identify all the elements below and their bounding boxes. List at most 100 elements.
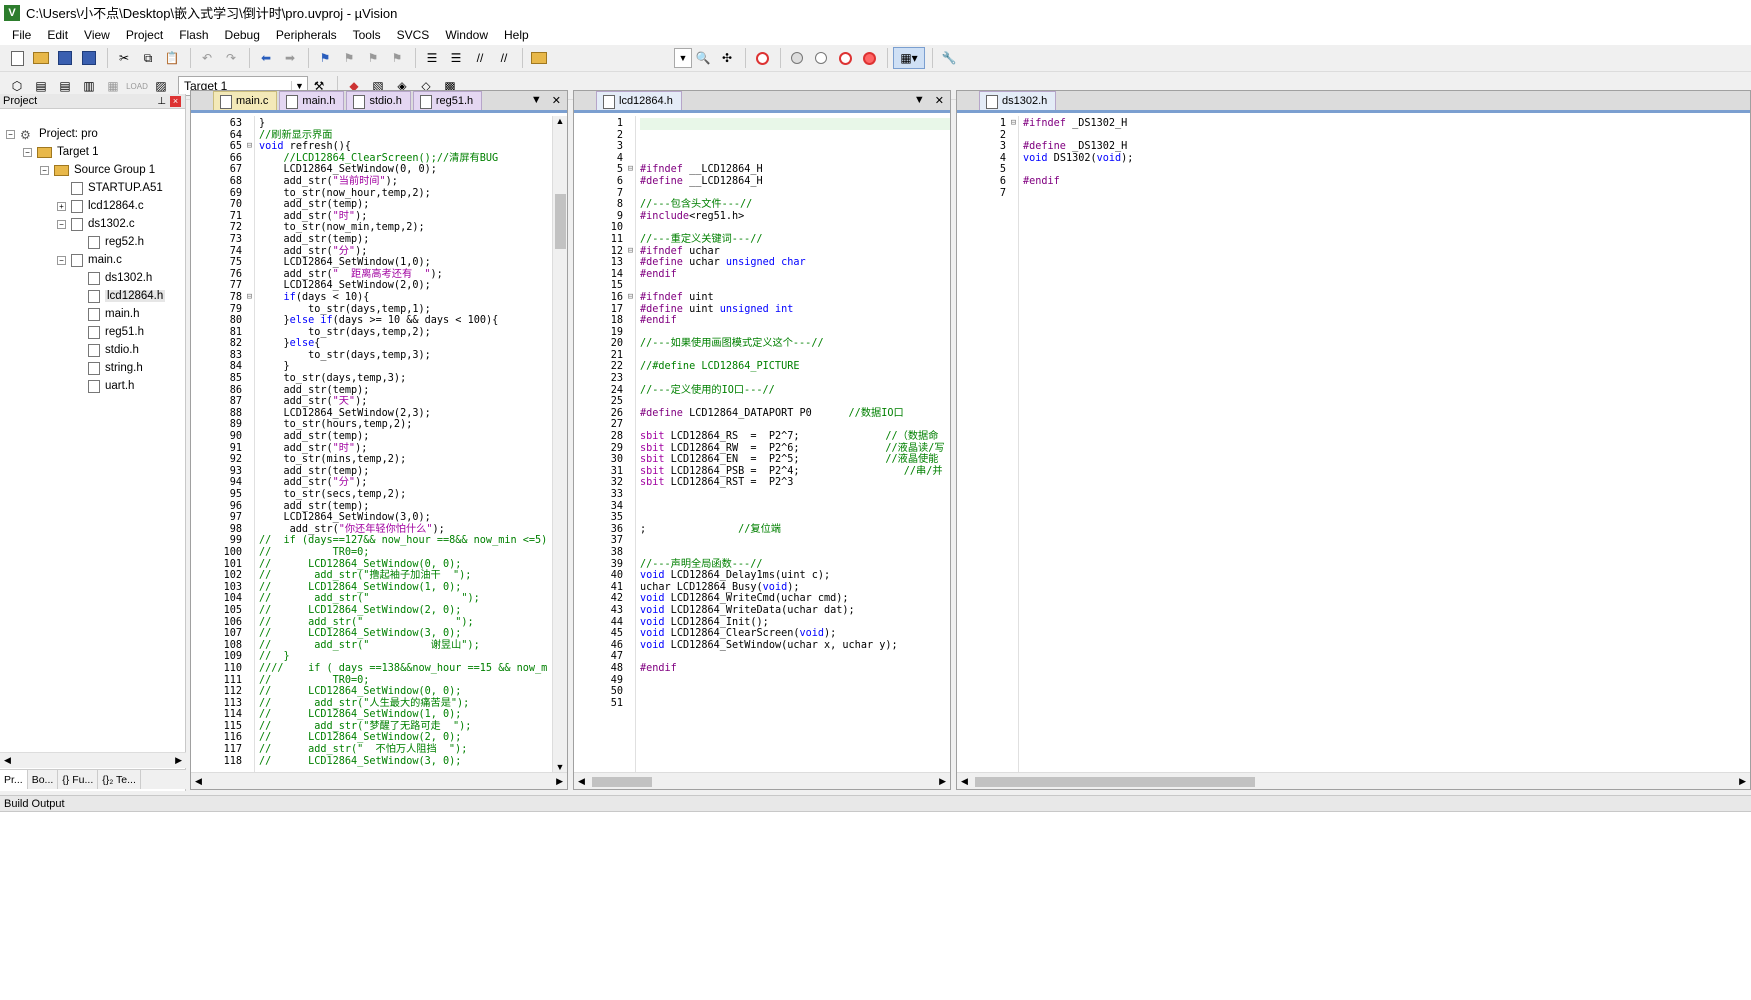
vertical-scrollbar[interactable]: ▲ ▼: [552, 116, 567, 772]
cut-icon[interactable]: ✂: [113, 47, 135, 69]
collapse-icon[interactable]: −: [40, 165, 49, 175]
tree-item[interactable]: main.h: [74, 305, 140, 323]
menu-project[interactable]: Project: [118, 28, 171, 42]
project-tab[interactable]: Bo...: [28, 770, 59, 789]
scroll-down-icon[interactable]: ▼: [553, 762, 567, 772]
tab-list-icon[interactable]: ▼: [914, 94, 925, 107]
collapse-icon[interactable]: −: [57, 255, 66, 265]
fold-icon[interactable]: ⊟: [626, 246, 635, 258]
bookmark-icon[interactable]: ⚑: [314, 47, 336, 69]
scroll-thumb[interactable]: [592, 777, 652, 787]
open-folder-icon[interactable]: [30, 47, 52, 69]
fold-icon[interactable]: ⊟: [626, 292, 635, 304]
code-area[interactable]: 63 64 65 66 67 68 69 70 71 72 73 74 75 76 77 78 79 80 81 82…: [191, 116, 567, 772]
scroll-left-icon[interactable]: ◀: [195, 776, 202, 787]
undo-icon[interactable]: ↶: [196, 47, 218, 69]
tab-ds1302-h[interactable]: ds1302.h: [979, 91, 1057, 110]
menu-file[interactable]: File: [4, 28, 39, 42]
fold-icon[interactable]: ⊟: [245, 141, 254, 153]
tree-item[interactable]: lcd12864.h: [74, 287, 166, 305]
tree-item[interactable]: reg52.h: [74, 233, 144, 251]
project-tab[interactable]: Pr...: [0, 770, 28, 789]
menu-peripherals[interactable]: Peripherals: [268, 28, 345, 42]
window-layout-icon[interactable]: ▦▾: [893, 47, 925, 69]
project-tab[interactable]: {}₂ Te...: [98, 770, 141, 789]
scroll-thumb[interactable]: [975, 777, 1255, 787]
tree-item[interactable]: uart.h: [74, 377, 134, 395]
disable-breakpoint-icon[interactable]: [810, 47, 832, 69]
collapse-icon[interactable]: −: [57, 219, 66, 229]
scroll-left-icon[interactable]: ◀: [578, 776, 585, 787]
indent-icon[interactable]: ☰: [421, 47, 443, 69]
menu-tools[interactable]: Tools: [345, 28, 389, 42]
project-tab[interactable]: {} Fu...: [58, 770, 99, 789]
save-all-icon[interactable]: [78, 47, 100, 69]
tree-item[interactable]: reg51.h: [74, 323, 144, 341]
scroll-right-icon[interactable]: ▶: [1739, 776, 1746, 787]
clear-bookmarks-icon[interactable]: ⚑: [386, 47, 408, 69]
comment-icon[interactable]: //: [469, 47, 491, 69]
nav-forward-icon[interactable]: ➡: [279, 47, 301, 69]
find-icon[interactable]: 🔍: [692, 47, 714, 69]
tree-item[interactable]: − Source Group 1: [40, 161, 155, 179]
menu-debug[interactable]: Debug: [217, 28, 268, 42]
scroll-up-icon[interactable]: ▲: [553, 116, 567, 126]
uncomment-icon[interactable]: //: [493, 47, 515, 69]
menu-svcs[interactable]: SVCS: [389, 28, 438, 42]
copy-icon[interactable]: ⧉: [137, 47, 159, 69]
close-editor-icon[interactable]: ✕: [935, 94, 944, 107]
scroll-right-icon[interactable]: ▶: [175, 755, 182, 766]
find-in-files-icon[interactable]: [528, 47, 550, 69]
menu-flash[interactable]: Flash: [171, 28, 216, 42]
tree-item[interactable]: STARTUP.A51: [57, 179, 163, 197]
debug-session-icon[interactable]: [751, 47, 773, 69]
scroll-left-icon[interactable]: ◀: [4, 755, 11, 766]
new-file-icon[interactable]: [6, 47, 28, 69]
horizontal-scrollbar[interactable]: ◀ ▶: [191, 772, 567, 789]
tab-main-h[interactable]: main.h: [279, 91, 345, 110]
tree-item[interactable]: − ⚙ Project: pro: [6, 125, 98, 143]
collapse-icon[interactable]: −: [23, 147, 32, 157]
prev-bookmark-icon[interactable]: ⚑: [338, 47, 360, 69]
horizontal-scrollbar[interactable]: ◀ ▶: [574, 772, 950, 789]
pin-icon[interactable]: ⊥: [157, 96, 166, 107]
nav-back-icon[interactable]: ⬅: [255, 47, 277, 69]
configure-icon[interactable]: 🔧: [938, 47, 960, 69]
close-icon[interactable]: ×: [170, 95, 181, 107]
fold-icon[interactable]: ⊟: [245, 292, 254, 304]
scroll-right-icon[interactable]: ▶: [939, 776, 946, 787]
collapse-icon[interactable]: −: [6, 129, 15, 139]
fold-icon[interactable]: ⊟: [1009, 118, 1018, 130]
kill-all-breakpoints-icon[interactable]: [858, 47, 880, 69]
redo-icon[interactable]: ↷: [220, 47, 242, 69]
unindent-icon[interactable]: ☰: [445, 47, 467, 69]
find-combo[interactable]: ▼: [674, 48, 692, 68]
tree-item[interactable]: − ds1302.c: [57, 215, 135, 233]
close-editor-icon[interactable]: ✕: [552, 94, 561, 107]
fold-icon[interactable]: ⊟: [626, 164, 635, 176]
breakpoint-icon[interactable]: [786, 47, 808, 69]
tree-item[interactable]: string.h: [74, 359, 143, 377]
save-icon[interactable]: [54, 47, 76, 69]
tab-stdio-h[interactable]: stdio.h: [346, 91, 411, 110]
code-area[interactable]: 1234567 ⊟ #ifndef _DS1302_H #define _DS1…: [957, 116, 1750, 772]
incremental-find-icon[interactable]: ✣: [716, 47, 738, 69]
expand-icon[interactable]: +: [57, 201, 66, 211]
tree-horizontal-scrollbar[interactable]: ◀ ▶: [0, 752, 186, 768]
tab-list-icon[interactable]: ▼: [531, 94, 542, 107]
menu-edit[interactable]: Edit: [39, 28, 76, 42]
tree-item[interactable]: + lcd12864.c: [57, 197, 144, 215]
menu-help[interactable]: Help: [496, 28, 537, 42]
tree-item[interactable]: ds1302.h: [74, 269, 152, 287]
next-bookmark-icon[interactable]: ⚑: [362, 47, 384, 69]
code-area[interactable]: 1 2 3 4 5 6 7 8 9 10 11 12 13 14 15 16 17 18 19 20 21 22 23 24 2…: [574, 116, 950, 772]
paste-icon[interactable]: 📋: [161, 47, 183, 69]
scroll-thumb[interactable]: [555, 194, 566, 249]
scroll-left-icon[interactable]: ◀: [961, 776, 968, 787]
menu-view[interactable]: View: [76, 28, 118, 42]
tab-main-c[interactable]: main.c: [213, 91, 278, 110]
tree-item[interactable]: − main.c: [57, 251, 122, 269]
tab-lcd12864-h[interactable]: lcd12864.h: [596, 91, 682, 110]
scroll-right-icon[interactable]: ▶: [556, 776, 563, 787]
disable-all-breakpoints-icon[interactable]: [834, 47, 856, 69]
